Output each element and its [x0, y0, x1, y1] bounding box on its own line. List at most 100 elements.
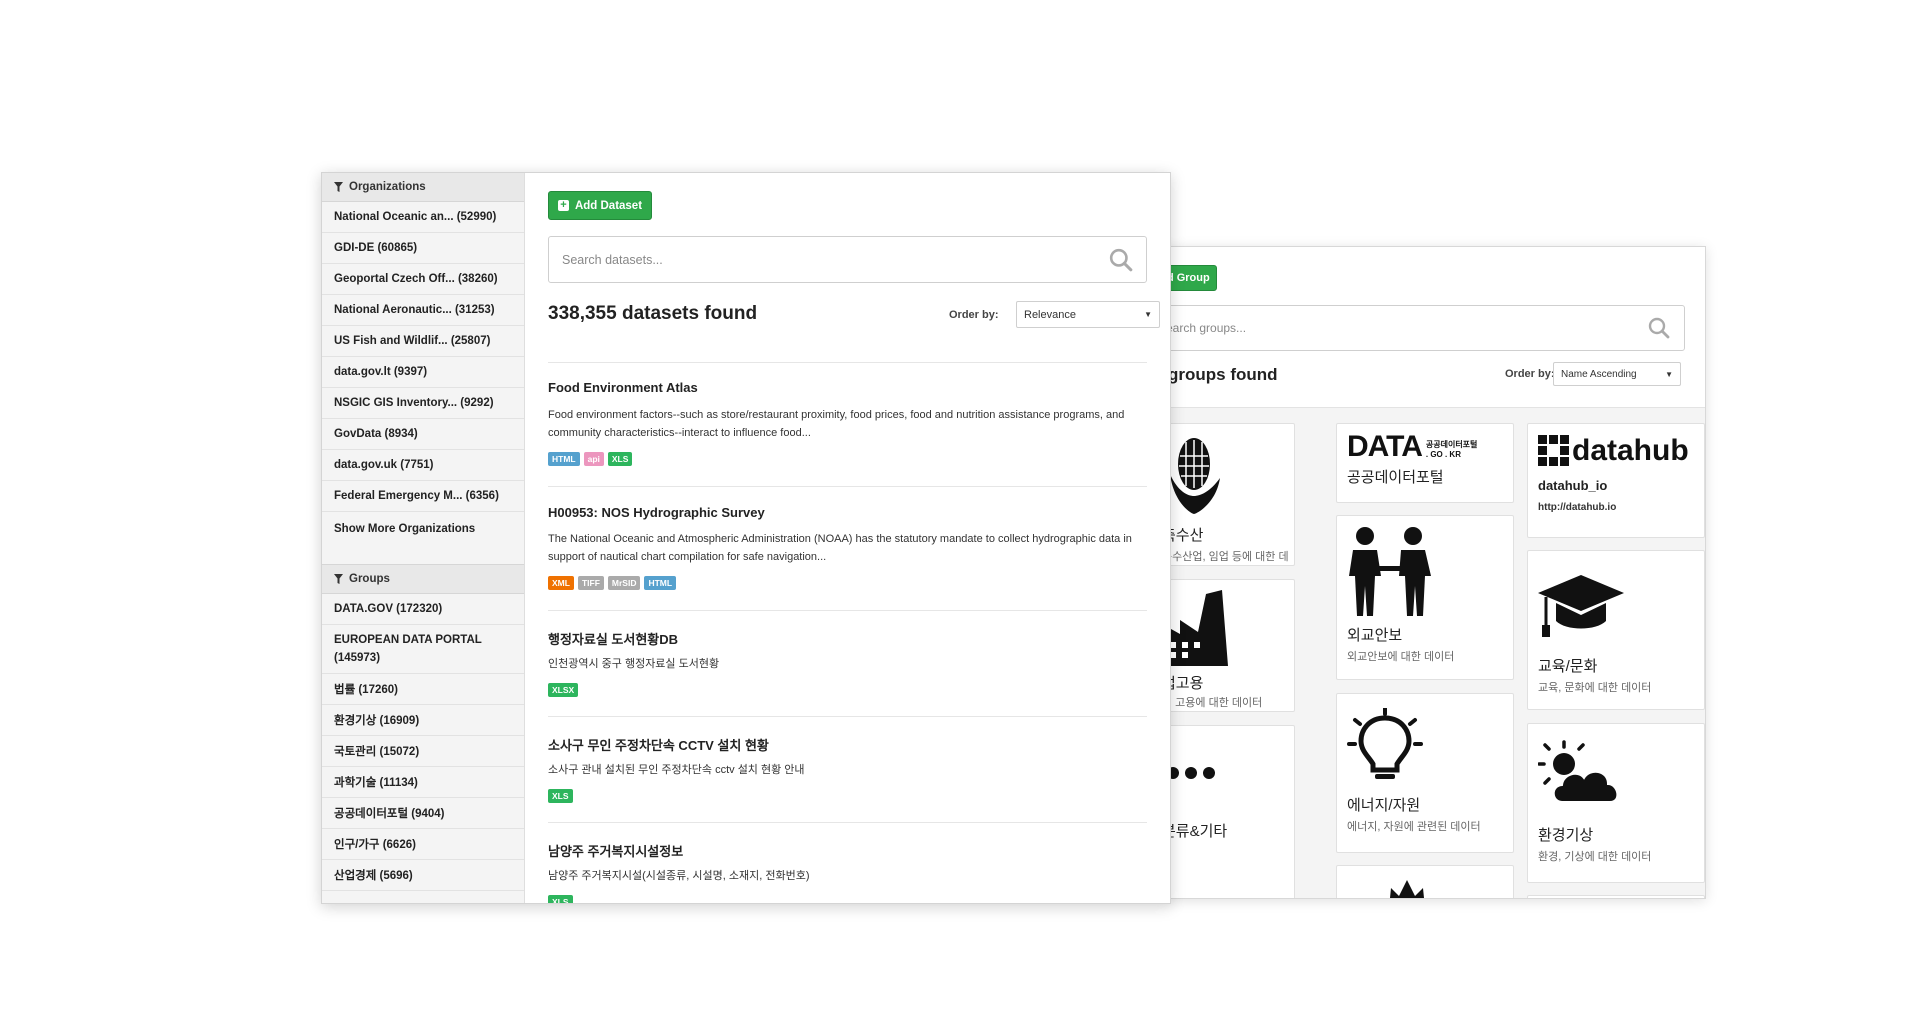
group-description: 축수산업, 임업 등에 대한 데	[1164, 551, 1289, 563]
corn-icon	[1166, 434, 1222, 523]
format-badge[interactable]: HTML	[548, 452, 580, 466]
format-badge[interactable]: MrSID	[607, 576, 641, 590]
group-card[interactable]	[1527, 895, 1705, 898]
search-icon[interactable]	[1646, 315, 1672, 341]
dataset-description: The National Oceanic and Atmospheric Adm…	[548, 533, 1132, 563]
dataset-title-link[interactable]: 남양주 주거복지시설정보	[548, 841, 683, 860]
dataset-item: 소사구 무인 주정차단속 CCTV 설치 현황 소사구 관내 설치된 무인 주정…	[548, 716, 1147, 822]
facet-item-organization[interactable]: GDI-DE (60865)	[322, 233, 524, 264]
group-card[interactable]: 환경기상 환경, 기상에 대한 데이터	[1527, 723, 1705, 883]
search-icon[interactable]	[1108, 247, 1134, 273]
facet-item-group[interactable]: 산업경제 (5696)	[322, 860, 524, 891]
groups-order-select[interactable]: Name Ascending ▼	[1553, 362, 1681, 386]
format-badge[interactable]: XLS	[548, 789, 573, 803]
facet-item-organization[interactable]: National Aeronautic... (31253)	[322, 295, 524, 326]
group-card[interactable]: 업고용 업 고용에 대한 데이터	[1164, 579, 1295, 712]
facet-heading-label: Groups	[349, 573, 390, 585]
facet-item-group[interactable]: 법률 (17260)	[322, 674, 524, 705]
facet-item-organization[interactable]: data.gov.uk (7751)	[322, 450, 524, 481]
group-card[interactable]: 외교안보 외교안보에 대한 데이터	[1336, 515, 1514, 680]
dataset-title-link[interactable]: 소사구 무인 주정차단속 CCTV 설치 현황	[548, 735, 769, 754]
show-more-organizations-link[interactable]: Show More Organizations	[322, 512, 524, 546]
dataset-title-link[interactable]: H00953: NOS Hydrographic Survey	[548, 505, 765, 520]
people-icon	[1347, 526, 1433, 621]
add-dataset-label: Add Dataset	[574, 199, 643, 212]
datasets-window: Organizations National Oceanic an... (52…	[321, 172, 1171, 904]
group-card[interactable]: 교육/문화 교육, 문화에 대한 데이터	[1527, 550, 1705, 710]
facet-item-group[interactable]: DATA.GOV (172320)	[322, 594, 524, 625]
groups-order-value: Name Ascending	[1561, 368, 1637, 380]
facet-item-organization[interactable]: data.gov.lt (9397)	[322, 357, 524, 388]
facet-item-organization[interactable]: Federal Emergency M... (6356)	[322, 481, 524, 512]
add-dataset-button[interactable]: + Add Dataset	[548, 191, 652, 220]
dataset-title-link[interactable]: 행정자료실 도서현황DB	[548, 629, 678, 648]
dataset-description: 인천광역시 중구 행정자료실 도서현황	[548, 658, 720, 670]
group-description: http://datahub.io	[1538, 502, 1617, 513]
format-badge[interactable]: HTML	[644, 576, 677, 590]
group-card[interactable]	[1336, 865, 1514, 898]
facet-heading-label: Organizations	[349, 181, 426, 193]
lightbulb-icon	[1347, 706, 1423, 789]
datasets-search-input[interactable]	[562, 252, 1108, 267]
logo-word: DATA	[1347, 430, 1423, 463]
group-card[interactable]: datahub datahub_io http://datahub.io	[1527, 423, 1705, 538]
facet-item-group[interactable]: 환경기상 (16909)	[322, 705, 524, 736]
logo-small-text: . GO . KR	[1425, 450, 1461, 459]
filter-icon	[334, 182, 343, 192]
groups-order-label: Order by:	[1505, 368, 1555, 380]
groups-search-box[interactable]	[1165, 305, 1685, 351]
group-description: 교육, 문화에 대한 데이터	[1538, 682, 1652, 694]
facet-item-organization[interactable]: GovData (8934)	[322, 419, 524, 450]
dataset-item: 남양주 주거복지시설정보 남양주 주거복지시설(시설종류, 시설명, 소재지, …	[548, 822, 1147, 903]
datahub-logo: datahub	[1538, 434, 1689, 468]
facet-item-group[interactable]: 과학기술 (11134)	[322, 767, 524, 798]
format-badge[interactable]: XML	[548, 576, 574, 590]
group-card[interactable]: DATA 공공데이터포털 . GO . KR 공공데이터포털	[1336, 423, 1514, 503]
plus-icon: +	[557, 200, 569, 211]
group-description: 업 고용에 대한 데이터	[1164, 697, 1263, 709]
format-badge[interactable]: api	[583, 452, 604, 466]
facet-item-organization[interactable]: National Oceanic an... (52990)	[322, 202, 524, 233]
filter-icon	[334, 574, 343, 584]
datasets-order-select[interactable]: Relevance ▼	[1016, 301, 1160, 328]
dataset-description: 남양주 주거복지시설(시설종류, 시설명, 소재지, 전화번호)	[548, 870, 810, 882]
group-title: 교육/문화	[1538, 658, 1598, 675]
format-badge[interactable]: XLS	[548, 895, 573, 903]
group-description: 환경, 기상에 대한 데이터	[1538, 851, 1652, 863]
format-badges: XLS	[548, 789, 573, 803]
dataset-description: 소사구 관내 설치된 무인 주정차단속 cctv 설치 현황 안내	[548, 764, 805, 776]
facet-item-group[interactable]: 국토관리 (15072)	[322, 736, 524, 767]
chevron-down-icon: ▼	[1665, 369, 1673, 379]
group-description: 에너지, 자원에 관련된 데이터	[1347, 821, 1481, 833]
dataset-item: 행정자료실 도서현황DB 인천광역시 중구 행정자료실 도서현황 XLSX	[548, 610, 1147, 716]
facet-item-organization[interactable]: Geoportal Czech Off... (38260)	[322, 264, 524, 295]
format-badges: XML TIFF MrSID HTML	[548, 576, 677, 590]
weather-icon	[1537, 740, 1624, 815]
group-title: 환경기상	[1538, 827, 1594, 844]
facet-item-organization[interactable]: NSGIC GIS Inventory... (9292)	[322, 388, 524, 419]
group-card[interactable]: 에너지/자원 에너지, 자원에 관련된 데이터	[1336, 693, 1514, 853]
datasets-count-heading: 338,355 datasets found	[548, 303, 758, 324]
add-group-button[interactable]: Add Group	[1165, 265, 1217, 291]
facet-item-organization[interactable]: US Fish and Wildlif... (25807)	[322, 326, 524, 357]
format-badge[interactable]: XLS	[607, 452, 633, 466]
group-card[interactable]: 분류&기타	[1164, 725, 1295, 898]
crown-icon	[1387, 878, 1427, 898]
facet-item-group[interactable]: EUROPEAN DATA PORTAL (145973)	[322, 625, 524, 674]
dataset-item: H00953: NOS Hydrographic Survey The Nati…	[548, 486, 1147, 610]
dataset-title-link[interactable]: Food Environment Atlas	[548, 380, 698, 395]
data-go-kr-logo: DATA 공공데이터포털 . GO . KR	[1347, 430, 1478, 463]
group-title: 분류&기타	[1164, 823, 1228, 840]
logo-word: datahub	[1572, 434, 1689, 467]
groups-count-heading: groups found	[1168, 365, 1278, 384]
facet-item-group[interactable]: 공공데이터포털 (9404)	[322, 798, 524, 829]
facet-item-group[interactable]: 인구/가구 (6626)	[322, 829, 524, 860]
group-card[interactable]: 축수산 축수산업, 임업 등에 대한 데	[1164, 423, 1295, 566]
format-badge[interactable]: XLSX	[548, 683, 579, 697]
groups-search-input[interactable]	[1166, 321, 1646, 335]
datasets-search-box[interactable]	[548, 236, 1147, 283]
dataset-description: Food environment factors--such as store/…	[548, 409, 1125, 439]
format-badge[interactable]: TIFF	[577, 576, 604, 590]
chevron-down-icon: ▼	[1144, 310, 1152, 319]
logo-small-text: 공공데이터포털	[1425, 440, 1478, 449]
